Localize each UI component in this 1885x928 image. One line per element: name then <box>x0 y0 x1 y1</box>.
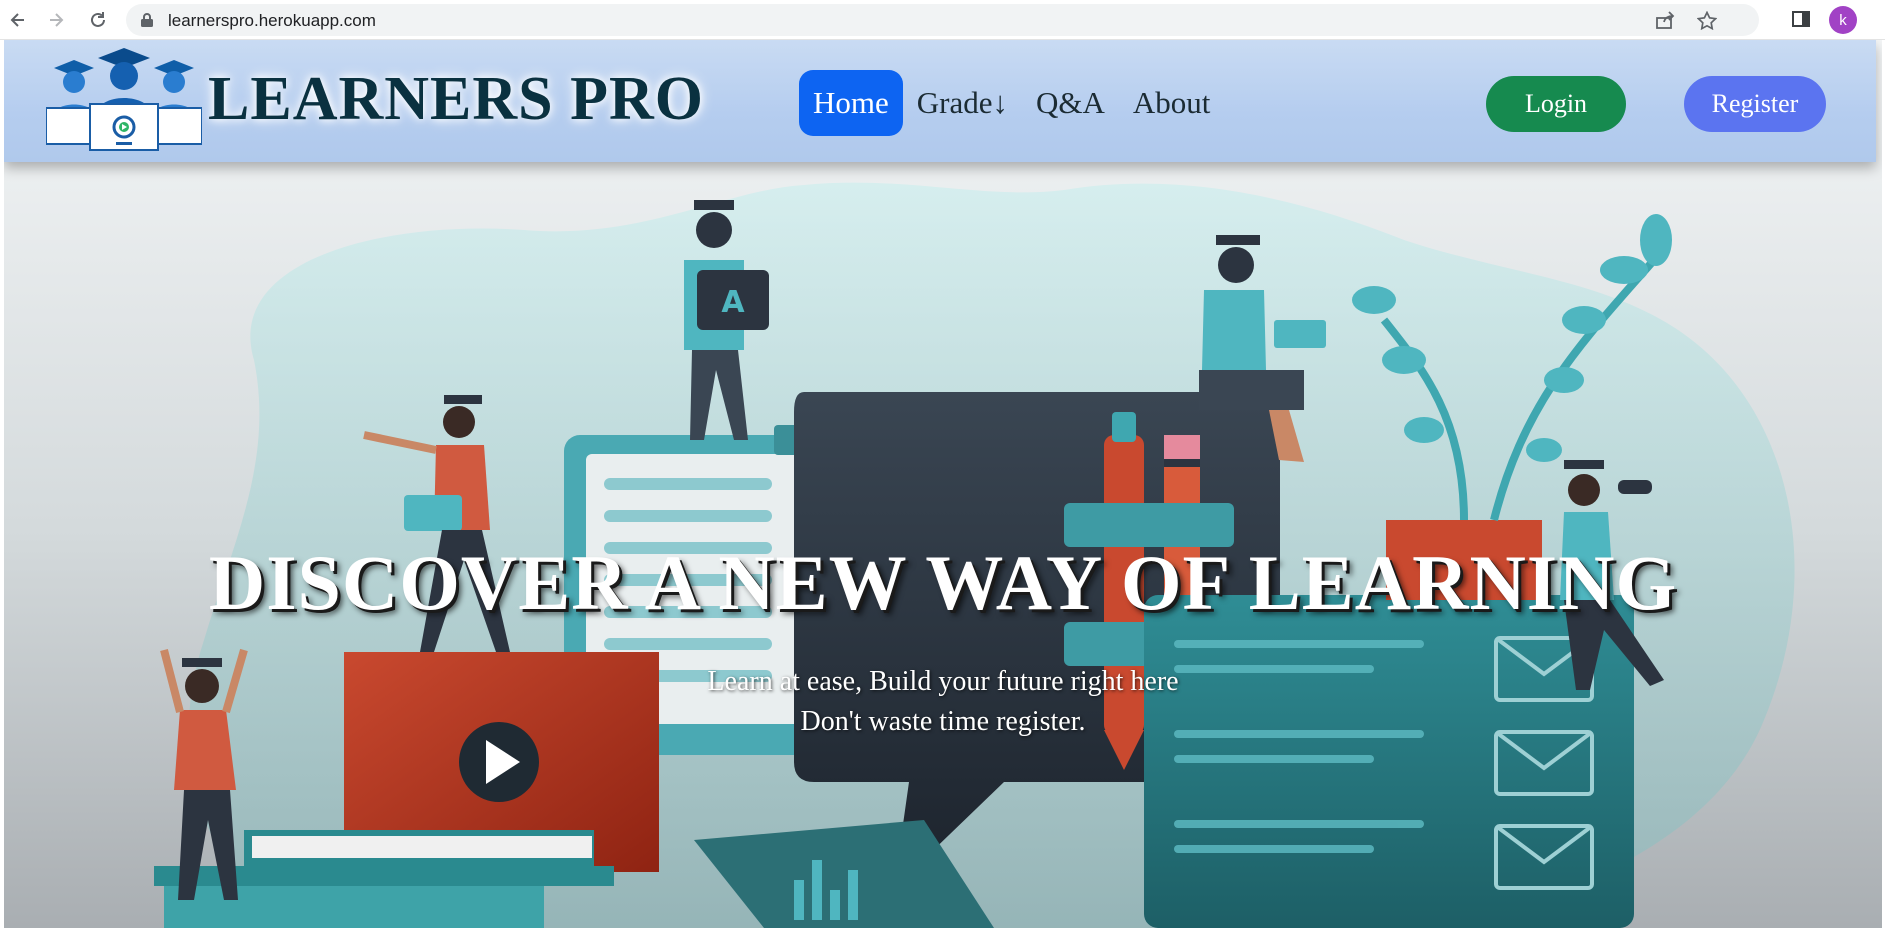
hero-subtitle-line1: Learn at ease, Build your future right h… <box>707 666 1179 697</box>
star-icon[interactable] <box>1696 10 1718 35</box>
hero-illustration: A <box>4 40 1882 928</box>
lock-icon[interactable] <box>140 12 154 33</box>
hero-subtitle-line2: Don't waste time register. <box>800 706 1086 737</box>
register-button[interactable]: Register <box>1684 76 1826 132</box>
nav-home[interactable]: Home <box>799 70 903 136</box>
main-nav: Home Grade↓ Q&A About <box>799 70 1224 136</box>
profile-avatar[interactable]: k <box>1829 6 1857 34</box>
back-arrow-icon[interactable] <box>6 8 30 32</box>
nav-about[interactable]: About <box>1119 70 1225 136</box>
reload-icon[interactable] <box>86 8 110 32</box>
hero-title: DISCOVER A NEW WAY OF LEARNING <box>208 539 1678 626</box>
login-button[interactable]: Login <box>1486 76 1626 132</box>
brand-title[interactable]: LEARNERS PRO <box>208 64 704 135</box>
nav-qa[interactable]: Q&A <box>1022 70 1119 136</box>
graduates-logo-icon[interactable] <box>45 46 203 159</box>
page-viewport: A LEARNERS PRO Home Grade↓ Q&A About Log… <box>4 40 1882 928</box>
side-panel-icon[interactable] <box>1791 9 1811 34</box>
svg-text:A: A <box>721 285 745 320</box>
site-header: LEARNERS PRO Home Grade↓ Q&A About Login… <box>4 40 1876 162</box>
url-text[interactable]: learnerspro.herokuapp.com <box>168 11 376 31</box>
browser-toolbar: learnerspro.herokuapp.com k <box>0 0 1885 40</box>
nav-grade-dropdown[interactable]: Grade↓ <box>903 70 1022 136</box>
address-bar[interactable]: learnerspro.herokuapp.com <box>126 4 1759 36</box>
share-icon[interactable] <box>1655 11 1675 34</box>
forward-arrow-icon[interactable] <box>44 8 68 32</box>
